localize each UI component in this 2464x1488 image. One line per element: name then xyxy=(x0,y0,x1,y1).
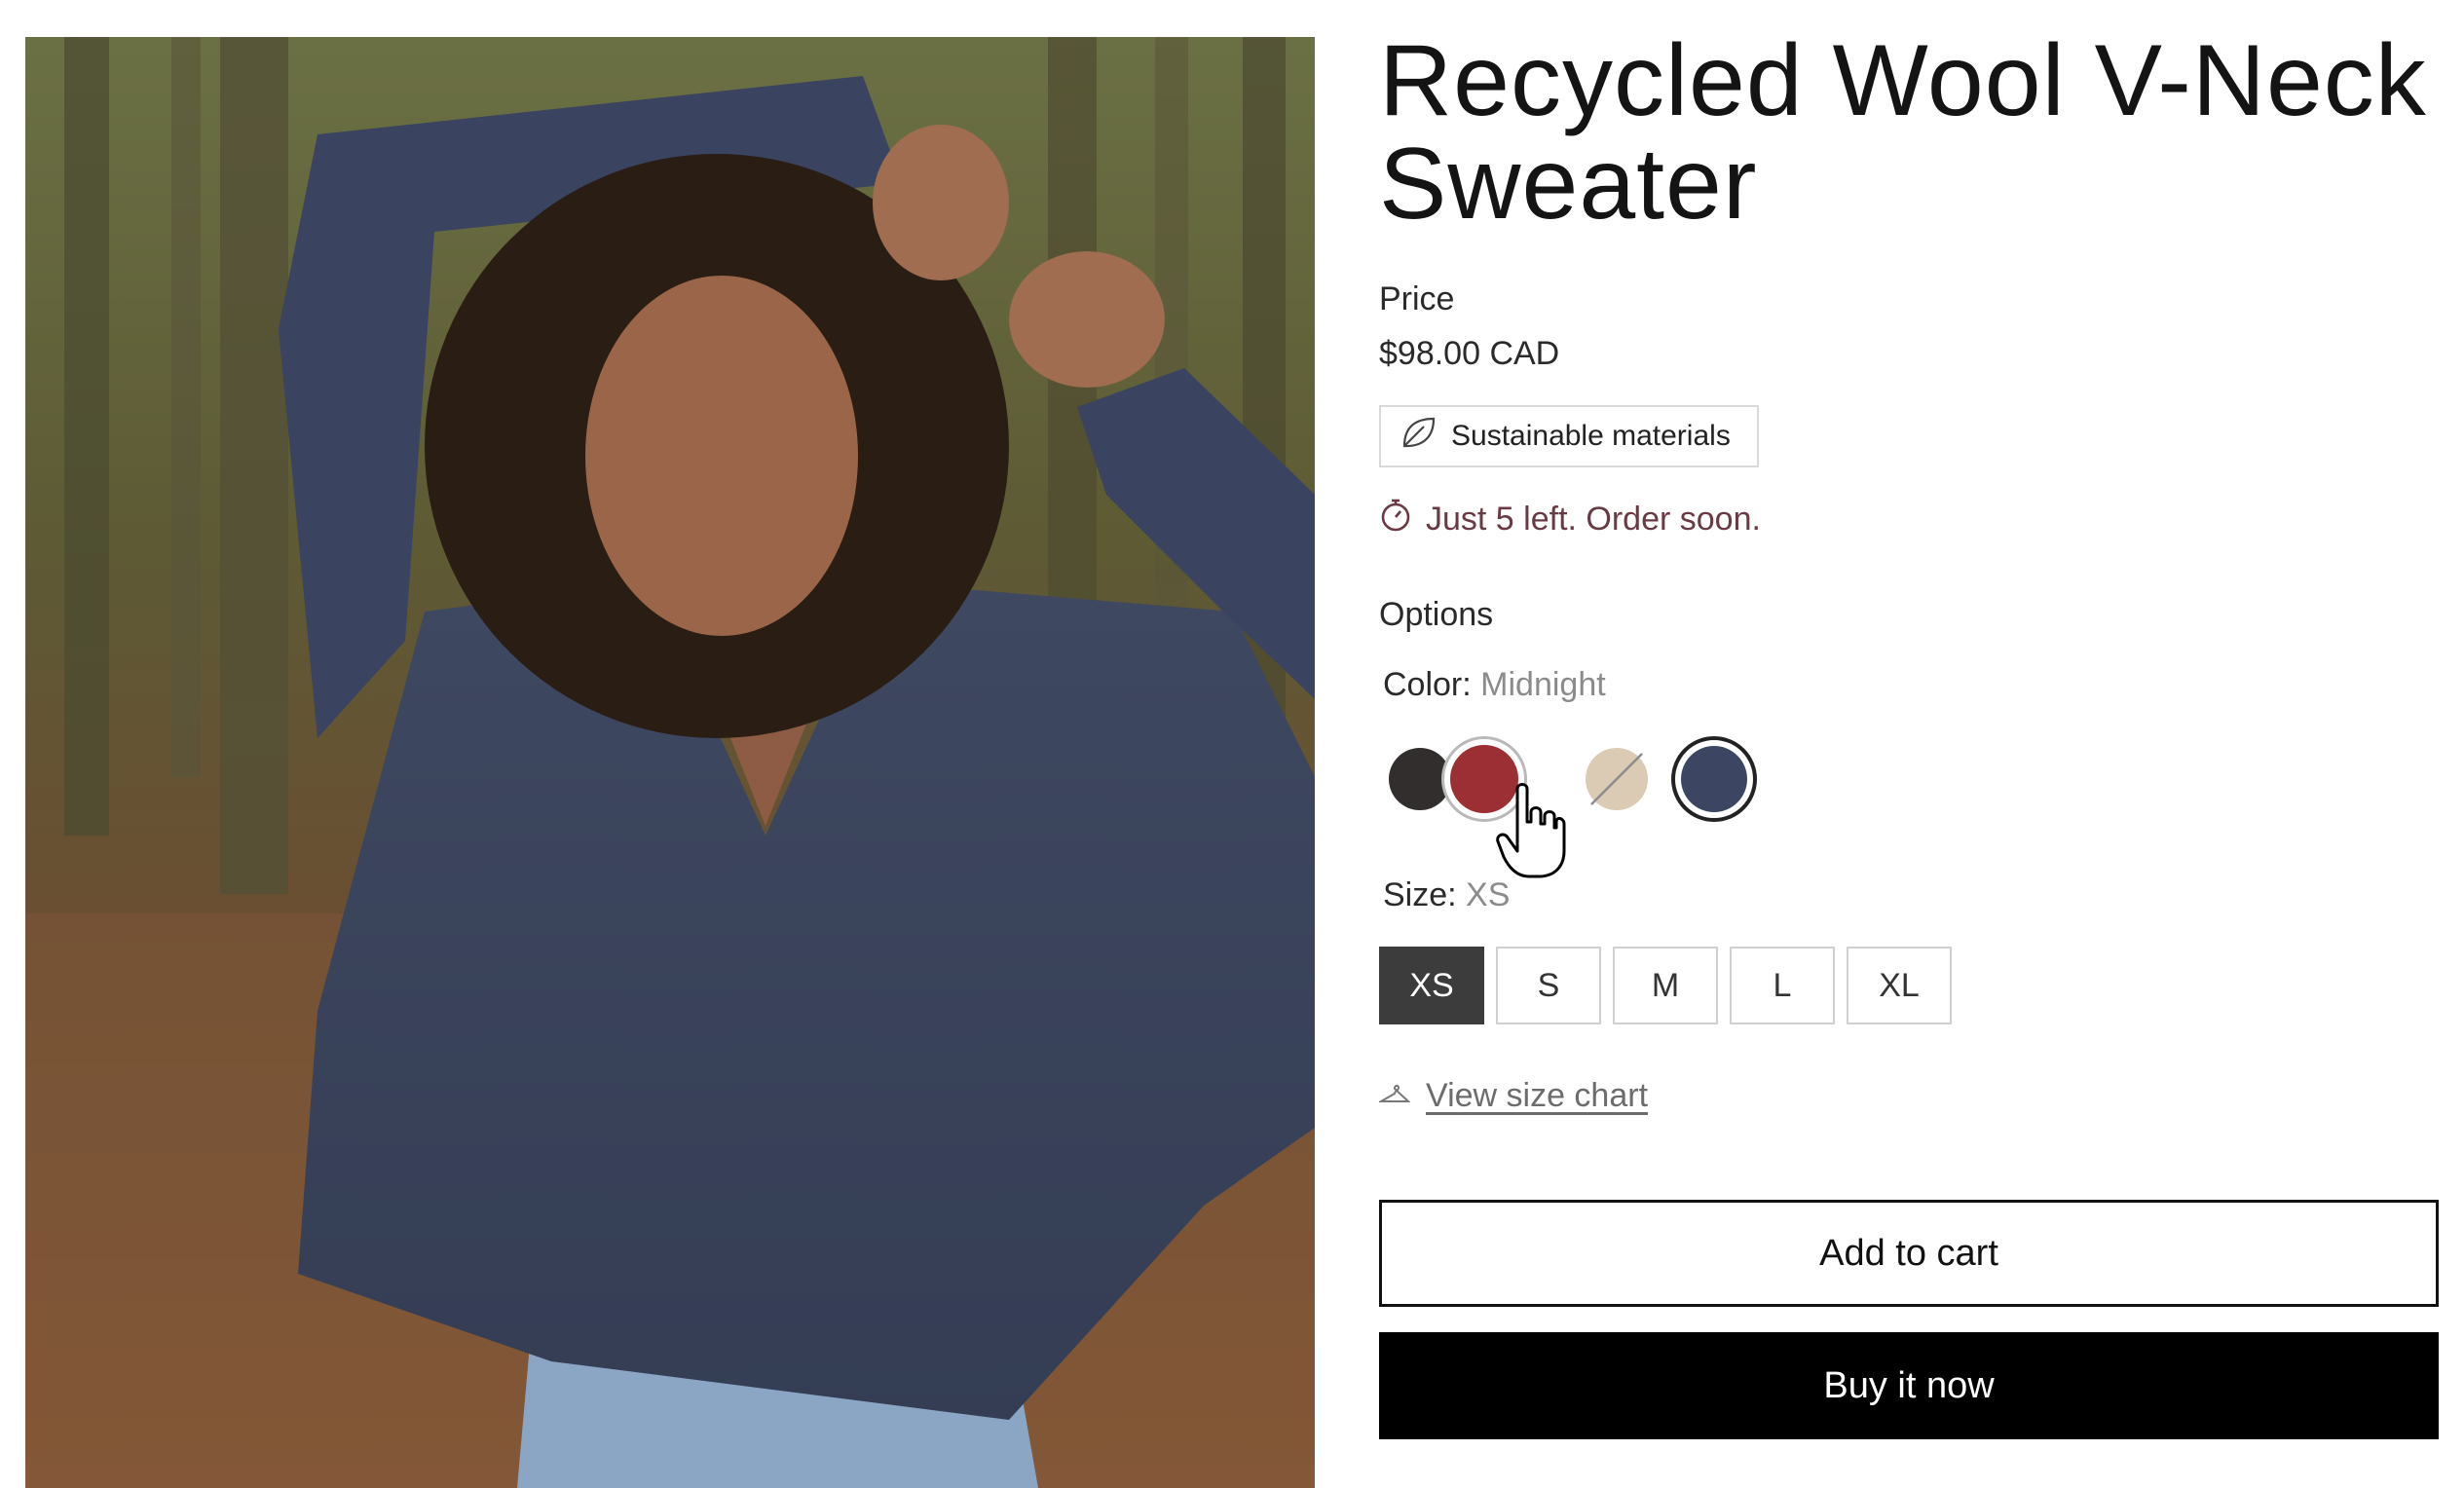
size-option-xs[interactable]: XS xyxy=(1379,947,1484,1024)
options-heading: Options xyxy=(1379,596,1494,633)
product-photo xyxy=(25,37,1315,1488)
buy-now-button[interactable]: Buy it now xyxy=(1379,1332,2439,1439)
color-swatch-4-selected[interactable] xyxy=(1671,736,1757,822)
size-option-l[interactable]: L xyxy=(1730,947,1835,1024)
size-option-m[interactable]: M xyxy=(1613,947,1718,1024)
size-label: Size: xyxy=(1383,876,1457,913)
product-photo-illustration xyxy=(25,37,1315,1488)
price-label: Price xyxy=(1379,280,1455,317)
color-swatch-4-fill xyxy=(1681,746,1747,812)
stock-text: Just 5 left. Order soon. xyxy=(1426,500,1761,538)
badge-label: Sustainable materials xyxy=(1451,420,1731,452)
sustainable-badge: Sustainable materials xyxy=(1379,405,1759,467)
selected-size-value: XS xyxy=(1466,876,1511,913)
size-option-s[interactable]: S xyxy=(1496,947,1601,1024)
selected-color-value: Midnight xyxy=(1480,666,1606,703)
hanger-icon xyxy=(1377,1077,1411,1115)
size-option-xl[interactable]: XL xyxy=(1847,947,1952,1024)
stopwatch-icon xyxy=(1379,497,1412,542)
product-price: $98.00 CAD xyxy=(1379,335,1560,372)
size-chart-link[interactable]: View size chart xyxy=(1377,1077,1648,1115)
size-chart-text[interactable]: View size chart xyxy=(1426,1077,1648,1115)
hand-pointer-cursor-icon xyxy=(1496,783,1566,880)
color-label-row: Color: Midnight xyxy=(1383,666,1606,704)
product-info-panel: Recycled Wool V-Neck Sweater Price $98.0… xyxy=(1377,0,2441,1488)
color-label: Color: xyxy=(1383,666,1472,703)
size-label-row: Size: XS xyxy=(1383,876,1510,914)
color-swatch-3-sold-out[interactable] xyxy=(1586,748,1648,810)
strikethrough-icon xyxy=(1590,753,1643,805)
add-to-cart-button[interactable]: Add to cart xyxy=(1379,1200,2439,1307)
leaf-icon xyxy=(1399,413,1437,460)
product-title: Recycled Wool V-Neck Sweater xyxy=(1379,24,2427,241)
stock-notice: Just 5 left. Order soon. xyxy=(1379,497,1761,541)
